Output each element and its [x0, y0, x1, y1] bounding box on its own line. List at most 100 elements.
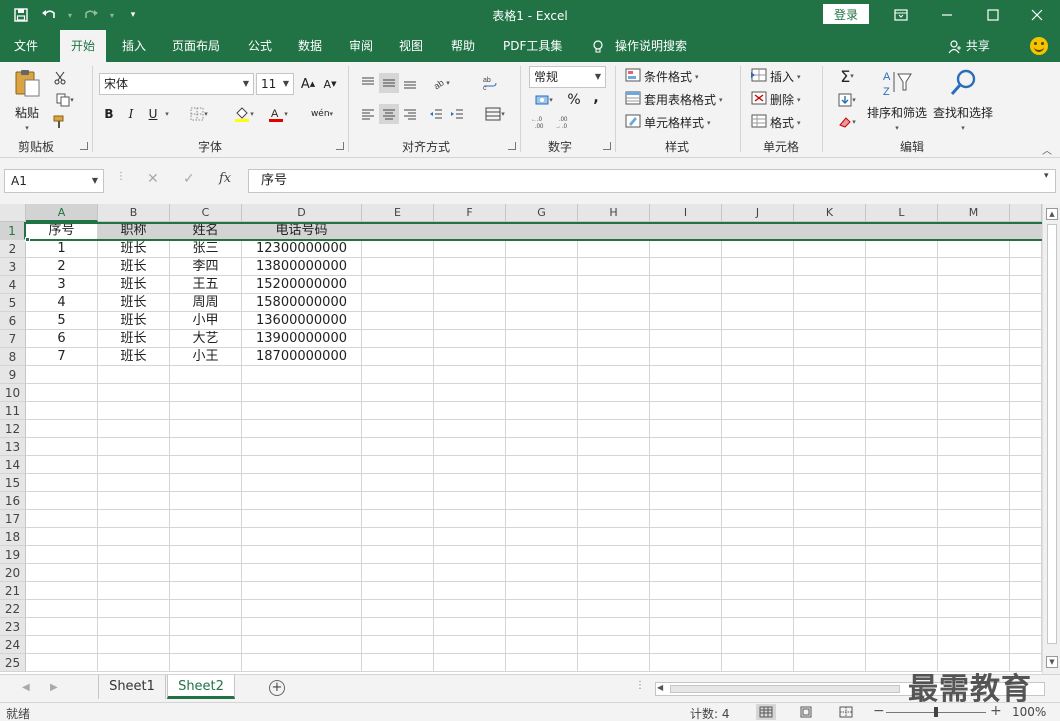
row-header-24[interactable]: 24 — [0, 636, 26, 654]
cell-a15[interactable] — [26, 474, 98, 492]
alignment-launcher-icon[interactable] — [508, 142, 516, 150]
cell-m20[interactable] — [938, 564, 1010, 582]
column-header-i[interactable]: I — [650, 204, 722, 222]
cell-l8[interactable] — [866, 348, 938, 366]
cell-d12[interactable] — [242, 420, 362, 438]
cell-a25[interactable] — [26, 654, 98, 672]
row-header-3[interactable]: 3 — [0, 258, 26, 276]
cell-l7[interactable] — [866, 330, 938, 348]
cell-d24[interactable] — [242, 636, 362, 654]
cell-c11[interactable] — [170, 402, 242, 420]
cell-i1[interactable] — [650, 222, 722, 240]
cell-f7[interactable] — [434, 330, 506, 348]
cell-l10[interactable] — [866, 384, 938, 402]
cell-f25[interactable] — [434, 654, 506, 672]
cell-k14[interactable] — [794, 456, 866, 474]
cell-l5[interactable] — [866, 294, 938, 312]
cell-a18[interactable] — [26, 528, 98, 546]
cell-c1[interactable]: 姓名 — [170, 222, 242, 240]
cell-m10[interactable] — [938, 384, 1010, 402]
cell-d2[interactable]: 12300000000 — [242, 240, 362, 258]
cell-j17[interactable] — [722, 510, 794, 528]
cell-m6[interactable] — [938, 312, 1010, 330]
zoom-slider-thumb[interactable] — [934, 707, 938, 717]
cell-d13[interactable] — [242, 438, 362, 456]
cell-f16[interactable] — [434, 492, 506, 510]
cell-b5[interactable]: 班长 — [98, 294, 170, 312]
column-header-h[interactable]: H — [578, 204, 650, 222]
cell-g3[interactable] — [506, 258, 578, 276]
cell-j18[interactable] — [722, 528, 794, 546]
cell-filler4[interactable] — [1010, 276, 1042, 294]
cell-d17[interactable] — [242, 510, 362, 528]
previous-sheet-icon[interactable]: ◀ — [22, 682, 30, 693]
cell-a4[interactable]: 3 — [26, 276, 98, 294]
cell-d19[interactable] — [242, 546, 362, 564]
column-header-l[interactable]: L — [866, 204, 938, 222]
cell-f21[interactable] — [434, 582, 506, 600]
cell-g7[interactable] — [506, 330, 578, 348]
cell-filler24[interactable] — [1010, 636, 1042, 654]
align-top-icon[interactable] — [358, 73, 378, 93]
cell-k23[interactable] — [794, 618, 866, 636]
insert-function-icon[interactable]: fx — [219, 171, 231, 186]
cell-i2[interactable] — [650, 240, 722, 258]
cell-k3[interactable] — [794, 258, 866, 276]
cell-m19[interactable] — [938, 546, 1010, 564]
cell-i9[interactable] — [650, 366, 722, 384]
number-launcher-icon[interactable] — [603, 142, 611, 150]
cell-k17[interactable] — [794, 510, 866, 528]
cell-h14[interactable] — [578, 456, 650, 474]
cell-g9[interactable] — [506, 366, 578, 384]
bold-button[interactable]: B — [99, 104, 119, 124]
cell-styles-button[interactable]: 单元格样式 ▾ — [625, 114, 711, 131]
cell-k4[interactable] — [794, 276, 866, 294]
cell-i8[interactable] — [650, 348, 722, 366]
cell-m11[interactable] — [938, 402, 1010, 420]
phonetic-guide-icon[interactable]: wén ▾ — [305, 104, 339, 124]
cell-a10[interactable] — [26, 384, 98, 402]
column-header-g[interactable]: G — [506, 204, 578, 222]
accounting-format-icon[interactable]: ▾ — [529, 90, 559, 110]
row-header-16[interactable]: 16 — [0, 492, 26, 510]
fill-handle[interactable] — [25, 237, 30, 242]
maximize-icon[interactable] — [970, 0, 1016, 30]
cell-g16[interactable] — [506, 492, 578, 510]
cell-c9[interactable] — [170, 366, 242, 384]
cell-j20[interactable] — [722, 564, 794, 582]
cell-j1[interactable] — [722, 222, 794, 240]
wrap-text-icon[interactable]: ab c — [480, 73, 500, 93]
cell-b16[interactable] — [98, 492, 170, 510]
cell-i20[interactable] — [650, 564, 722, 582]
page-layout-view-icon[interactable] — [796, 704, 816, 720]
cell-m16[interactable] — [938, 492, 1010, 510]
cell-c15[interactable] — [170, 474, 242, 492]
cell-d15[interactable] — [242, 474, 362, 492]
cell-j14[interactable] — [722, 456, 794, 474]
cell-k22[interactable] — [794, 600, 866, 618]
spreadsheet-grid[interactable]: A B C D E F G H I J K L M 1 序号 职称 姓名 电话号码 2 1 班长 张三 1230000000… — [0, 204, 1060, 674]
cell-j6[interactable] — [722, 312, 794, 330]
align-middle-icon[interactable] — [379, 73, 399, 93]
tab-data[interactable]: 数据 — [294, 30, 326, 62]
cell-j19[interactable] — [722, 546, 794, 564]
cell-g4[interactable] — [506, 276, 578, 294]
cell-i16[interactable] — [650, 492, 722, 510]
cell-h7[interactable] — [578, 330, 650, 348]
cell-l1[interactable] — [866, 222, 938, 240]
cell-h15[interactable] — [578, 474, 650, 492]
cell-h3[interactable] — [578, 258, 650, 276]
cell-filler15[interactable] — [1010, 474, 1042, 492]
cell-c13[interactable] — [170, 438, 242, 456]
cell-f1[interactable] — [434, 222, 506, 240]
cell-k21[interactable] — [794, 582, 866, 600]
cell-l6[interactable] — [866, 312, 938, 330]
cell-d10[interactable] — [242, 384, 362, 402]
cell-m12[interactable] — [938, 420, 1010, 438]
cell-c19[interactable] — [170, 546, 242, 564]
expand-formula-bar-icon[interactable]: ▾ — [1044, 171, 1049, 181]
cell-d5[interactable]: 15800000000 — [242, 294, 362, 312]
add-sheet-icon[interactable]: + — [269, 680, 285, 696]
vertical-scrollbar[interactable]: ▲ ▼ — [1042, 204, 1060, 674]
cell-c5[interactable]: 周周 — [170, 294, 242, 312]
